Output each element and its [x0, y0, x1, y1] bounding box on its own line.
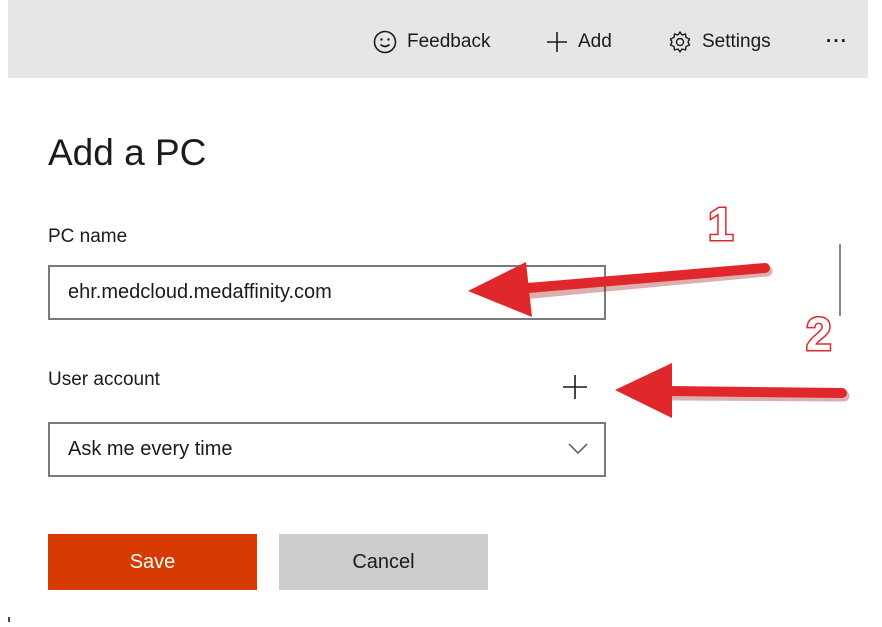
- arrow-1-icon: [468, 262, 773, 317]
- arrow-2-icon: [615, 363, 850, 418]
- annotation-marker-1: 1: [708, 198, 734, 250]
- annotation-marker-2: 2: [806, 308, 832, 360]
- annotation-overlay: 1 2: [468, 197, 850, 418]
